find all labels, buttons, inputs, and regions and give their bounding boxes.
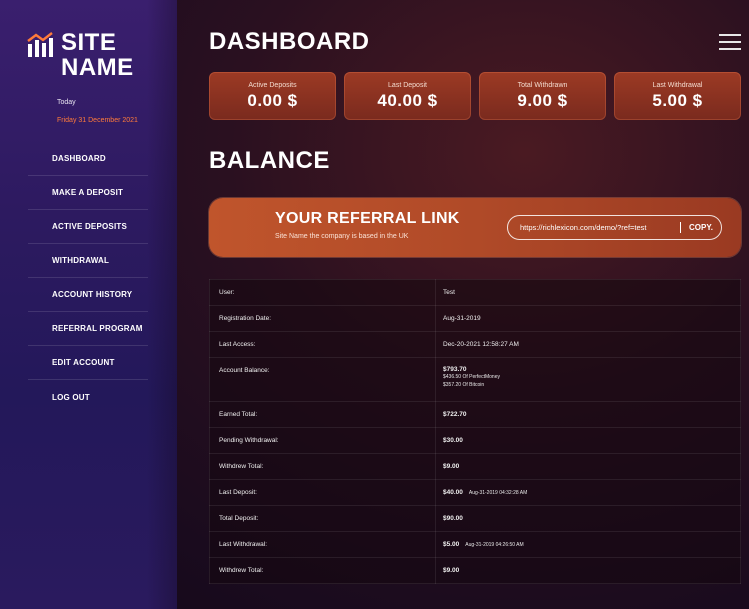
stat-label: Total Withdrawn <box>517 82 568 89</box>
row-value-cell: $793.70 $436.50 Of PerfectMoney $357.20 … <box>435 357 741 402</box>
row-label: Last Withdrawal: <box>209 531 436 558</box>
stat-card-total-withdrawn: Total Withdrawn 9.00 $ <box>479 72 606 120</box>
today-date: Friday 31 December 2021 <box>57 117 138 124</box>
stats-row: Active Deposits 0.00 $ Last Deposit 40.0… <box>209 72 749 120</box>
site-logo[interactable]: SITE NAME <box>27 30 134 80</box>
row-label: Earned Total: <box>209 401 436 428</box>
referral-title: YOUR REFERRAL LINK <box>275 210 460 227</box>
balance-perfectmoney: $436.50 Of PerfectMoney <box>443 374 500 380</box>
brand-line-1: SITE <box>61 29 117 56</box>
stat-label: Active Deposits <box>248 82 297 89</box>
row-value: $5.00 <box>443 541 460 548</box>
stat-card-last-deposit: Last Deposit 40.00 $ <box>344 72 471 120</box>
stat-value: 5.00 $ <box>652 91 703 110</box>
table-row: Withdrew Total: $9.00 <box>209 557 741 584</box>
table-row: User: Test <box>209 279 741 306</box>
stat-card-last-withdrawal: Last Withdrawal 5.00 $ <box>614 72 741 120</box>
row-value-cell: $40.00 Aug-31-2019 04:32:28 AM <box>435 479 741 506</box>
referral-link-box: COPY. <box>507 215 722 240</box>
table-row: Earned Total: $722.70 <box>209 401 741 428</box>
table-row: Account Balance: $793.70 $436.50 Of Perf… <box>209 357 741 402</box>
table-row: Withdrew Total: $9.00 <box>209 453 741 480</box>
sidebar: SITE NAME Today Friday 31 December 2021 … <box>0 0 177 609</box>
row-label: Registration Date: <box>209 305 436 332</box>
table-row: Last Deposit: $40.00 Aug-31-2019 04:32:28… <box>209 479 741 506</box>
row-label: Withdrew Total: <box>209 453 436 480</box>
nav-item-make-deposit[interactable]: MAKE A DEPOSIT <box>28 176 148 210</box>
row-label: Account Balance: <box>209 357 436 402</box>
row-label: Total Deposit: <box>209 505 436 532</box>
row-label: Last Access: <box>209 331 436 358</box>
nav-item-log-out[interactable]: LOG OUT <box>28 380 148 414</box>
row-value: Aug-31-2019 <box>435 305 741 332</box>
hamburger-icon[interactable] <box>719 34 741 50</box>
table-row: Last Withdrawal: $5.00 Aug-31-2019 04:26:… <box>209 531 741 558</box>
row-label: User: <box>209 279 436 306</box>
stat-label: Last Withdrawal <box>652 82 703 89</box>
table-row: Pending Withdrawal: $30.00 <box>209 427 741 454</box>
row-value: $90.00 <box>435 505 741 532</box>
row-value: Dec-20-2021 12:58:27 AM <box>435 331 741 358</box>
nav-item-withdrawal[interactable]: WITHDRAWAL <box>28 244 148 278</box>
stat-label: Last Deposit <box>388 82 427 89</box>
page-title: DASHBOARD <box>209 28 370 55</box>
stat-value: 40.00 $ <box>377 91 438 110</box>
row-value: Test <box>435 279 741 306</box>
stat-card-active-deposits: Active Deposits 0.00 $ <box>209 72 336 120</box>
nav-item-account-history[interactable]: ACCOUNT HISTORY <box>28 278 148 312</box>
referral-link-input[interactable] <box>508 217 680 238</box>
table-row: Registration Date: Aug-31-2019 <box>209 305 741 332</box>
row-label: Withdrew Total: <box>209 557 436 584</box>
account-balance-total: $793.70 <box>443 366 467 373</box>
account-info-table: User: Test Registration Date: Aug-31-201… <box>209 279 741 584</box>
row-value: $30.00 <box>435 427 741 454</box>
chart-logo-icon <box>27 32 55 58</box>
table-row: Total Deposit: $90.00 <box>209 505 741 532</box>
row-label: Last Deposit: <box>209 479 436 506</box>
brand-line-2: NAME <box>61 54 134 81</box>
balance-bitcoin: $357.20 Of Bitcoin <box>443 382 485 388</box>
stat-value: 0.00 $ <box>247 91 298 110</box>
referral-banner: YOUR REFERRAL LINK Site Name the company… <box>209 198 741 257</box>
sidebar-nav: DASHBOARD MAKE A DEPOSIT ACTIVE DEPOSITS… <box>28 142 148 414</box>
row-date: Aug-31-2019 04:32:28 AM <box>468 490 528 496</box>
row-date: Aug-31-2019 04:26:50 AM <box>465 542 524 548</box>
today-label: Today <box>57 99 76 106</box>
row-label: Pending Withdrawal: <box>209 427 436 454</box>
row-value: $9.00 <box>435 453 741 480</box>
row-value: $40.00 <box>443 489 463 496</box>
copy-link-button[interactable]: COPY. <box>681 223 721 232</box>
nav-item-edit-account[interactable]: EDIT ACCOUNT <box>28 346 148 380</box>
row-value: $9.00 <box>435 557 741 584</box>
nav-item-dashboard[interactable]: DASHBOARD <box>28 142 148 176</box>
row-value-cell: $5.00 Aug-31-2019 04:26:50 AM <box>435 531 741 558</box>
balance-title: BALANCE <box>209 147 330 174</box>
row-value: $722.70 <box>435 401 741 428</box>
nav-item-active-deposits[interactable]: ACTIVE DEPOSITS <box>28 210 148 244</box>
stat-value: 9.00 $ <box>517 91 568 110</box>
table-row: Last Access: Dec-20-2021 12:58:27 AM <box>209 331 741 358</box>
referral-subtitle: Site Name the company is based in the UK <box>275 233 409 240</box>
nav-item-referral-program[interactable]: REFERRAL PROGRAM <box>28 312 148 346</box>
